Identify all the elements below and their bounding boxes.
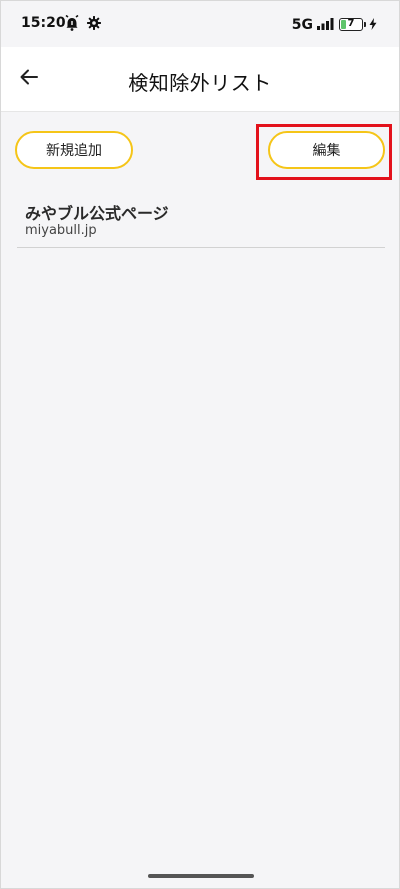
home-indicator[interactable] — [148, 874, 254, 878]
network-label: 5G — [291, 16, 313, 33]
status-bar: 15:20 5G 7 — [1, 1, 399, 47]
charging-icon — [369, 15, 377, 34]
status-time: 15:20 — [21, 15, 66, 31]
alarm-bell-icon — [65, 14, 79, 31]
battery-level: 7 — [347, 18, 355, 29]
page-title: 検知除外リスト — [128, 71, 272, 95]
add-new-button[interactable]: 新規追加 — [15, 131, 133, 169]
battery-tip — [364, 22, 366, 27]
list-item[interactable]: みやブル公式ページ miyabull.jp — [17, 191, 385, 248]
item-domain: miyabull.jp — [25, 223, 97, 238]
battery-icon: 7 — [339, 18, 366, 31]
edit-button-highlight — [256, 124, 392, 180]
app-bar: 検知除外リスト — [1, 47, 399, 112]
app-screen: 15:20 5G 7 検知除外リスト 新規追加 編集 みやブル公式ページ miy… — [0, 0, 400, 889]
signal-icon — [317, 15, 334, 34]
item-title: みやブル公式ページ — [25, 204, 169, 223]
status-right-group: 5G 7 — [292, 15, 377, 34]
gear-icon — [87, 15, 101, 31]
